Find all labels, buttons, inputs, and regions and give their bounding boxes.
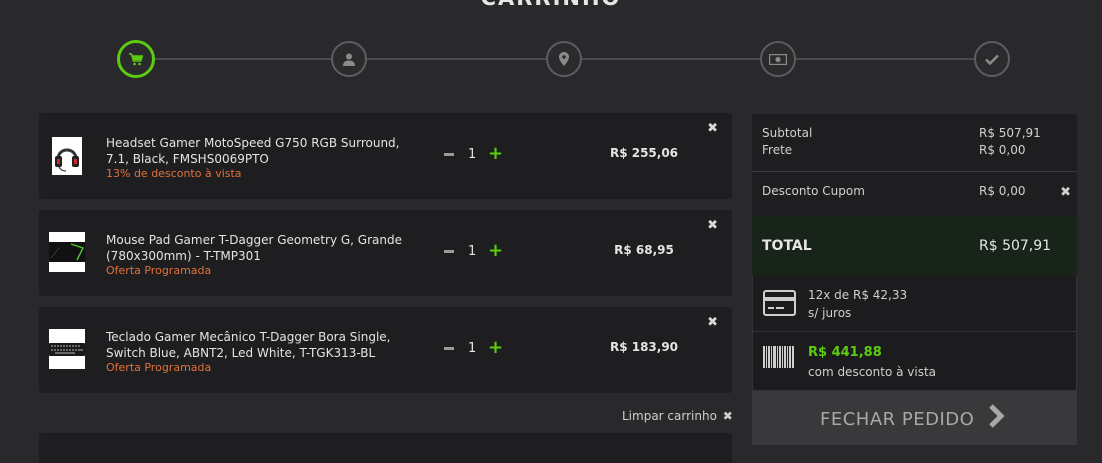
keyboard-icon[interactable] xyxy=(49,329,85,369)
total-label: TOTAL xyxy=(762,238,812,254)
headset-icon[interactable] xyxy=(52,137,82,175)
coupon-label: Desconto Cupom xyxy=(762,184,865,198)
item-name-text[interactable]: Teclado Gamer Mecânico T-Dagger Bora Sin… xyxy=(106,330,390,360)
clear-cart-button[interactable]: Limpar carrinho ✖ xyxy=(622,409,733,423)
checkout-button[interactable]: FECHAR PEDIDO xyxy=(752,391,1077,445)
user-icon xyxy=(343,53,355,66)
summary-coupon-section: Desconto Cupom R$ 0,00 ✖ xyxy=(752,172,1077,216)
item-price: R$ 183,90 xyxy=(609,340,679,354)
item-name[interactable]: Teclado Gamer Mecânico T-Dagger Bora Sin… xyxy=(106,329,406,375)
decrease-quantity-button[interactable] xyxy=(444,152,454,156)
order-summary: Subtotal R$ 507,91 Frete R$ 0,00 Descont… xyxy=(752,114,1077,445)
checkout-steps xyxy=(0,0,1102,100)
cart-item: Headset Gamer MotoSpeed G750 RGB Surroun… xyxy=(39,113,732,199)
credit-card-icon xyxy=(763,290,796,320)
cart-extra-panel xyxy=(39,433,732,463)
installments-value: 12x de R$ 42,33 xyxy=(808,288,908,302)
cart-icon xyxy=(129,52,143,66)
quantity-value: 1 xyxy=(468,243,477,259)
clear-cart-label: Limpar carrinho xyxy=(622,409,717,423)
total-value: R$ 507,91 xyxy=(979,238,1052,254)
step-payment[interactable] xyxy=(760,41,796,77)
quantity-stepper: 1 + xyxy=(444,242,503,260)
quantity-value: 1 xyxy=(468,146,477,162)
remove-item-button[interactable]: ✖ xyxy=(707,315,718,330)
decrease-quantity-button[interactable] xyxy=(444,249,454,253)
money-icon xyxy=(769,53,787,65)
subtotal-value: R$ 507,91 xyxy=(979,126,1041,140)
remove-item-button[interactable]: ✖ xyxy=(707,121,718,136)
summary-subtotal-section: Subtotal R$ 507,91 Frete R$ 0,00 xyxy=(752,114,1077,172)
quantity-stepper: 1 + xyxy=(444,339,503,357)
step-address[interactable] xyxy=(546,41,582,77)
shipping-value: R$ 0,00 xyxy=(979,143,1026,157)
item-name[interactable]: Headset Gamer MotoSpeed G750 RGB Surroun… xyxy=(106,135,406,181)
mousepad-icon[interactable] xyxy=(49,232,85,272)
quantity-stepper: 1 + xyxy=(444,145,503,163)
item-promo: 13% de desconto à vista xyxy=(106,167,242,180)
step-cart[interactable] xyxy=(117,40,155,78)
item-name-text[interactable]: Mouse Pad Gamer T-Dagger Geometry G, Gra… xyxy=(106,233,402,263)
installments-option: 12x de R$ 42,33 s/ juros xyxy=(752,276,1077,332)
check-icon xyxy=(985,54,999,65)
step-confirm[interactable] xyxy=(974,41,1010,77)
item-name-text[interactable]: Headset Gamer MotoSpeed G750 RGB Surroun… xyxy=(106,136,399,166)
increase-quantity-button[interactable]: + xyxy=(488,242,503,260)
shipping-label: Frete xyxy=(762,143,793,157)
item-promo: Oferta Programada xyxy=(106,361,212,374)
item-promo: Oferta Programada xyxy=(106,264,212,277)
installments-note: s/ juros xyxy=(808,306,852,320)
checkout-label: FECHAR PEDIDO xyxy=(820,409,975,430)
item-price: R$ 255,06 xyxy=(609,146,679,160)
summary-total-section: TOTAL R$ 507,91 xyxy=(752,216,1077,276)
item-price: R$ 68,95 xyxy=(614,243,674,257)
cart-item: Teclado Gamer Mecânico T-Dagger Bora Sin… xyxy=(39,307,732,393)
decrease-quantity-button[interactable] xyxy=(444,346,454,350)
item-name[interactable]: Mouse Pad Gamer T-Dagger Geometry G, Gra… xyxy=(106,232,406,278)
quantity-value: 1 xyxy=(468,340,477,356)
subtotal-label: Subtotal xyxy=(762,126,813,140)
step-user[interactable] xyxy=(331,41,367,77)
increase-quantity-button[interactable]: + xyxy=(488,145,503,163)
close-icon: ✖ xyxy=(722,409,733,423)
barcode-icon xyxy=(763,346,794,372)
cash-option: R$ 441,88 com desconto à vista xyxy=(752,332,1077,391)
map-pin-icon xyxy=(559,52,569,66)
chevron-right-icon xyxy=(988,403,1006,433)
increase-quantity-button[interactable]: + xyxy=(488,339,503,357)
remove-item-button[interactable]: ✖ xyxy=(707,218,718,233)
coupon-value: R$ 0,00 xyxy=(979,184,1026,198)
cash-price: R$ 441,88 xyxy=(808,345,882,360)
cart-item: Mouse Pad Gamer T-Dagger Geometry G, Gra… xyxy=(39,210,732,296)
remove-coupon-button[interactable]: ✖ xyxy=(1060,185,1071,200)
cash-discount-note: com desconto à vista xyxy=(808,365,937,379)
